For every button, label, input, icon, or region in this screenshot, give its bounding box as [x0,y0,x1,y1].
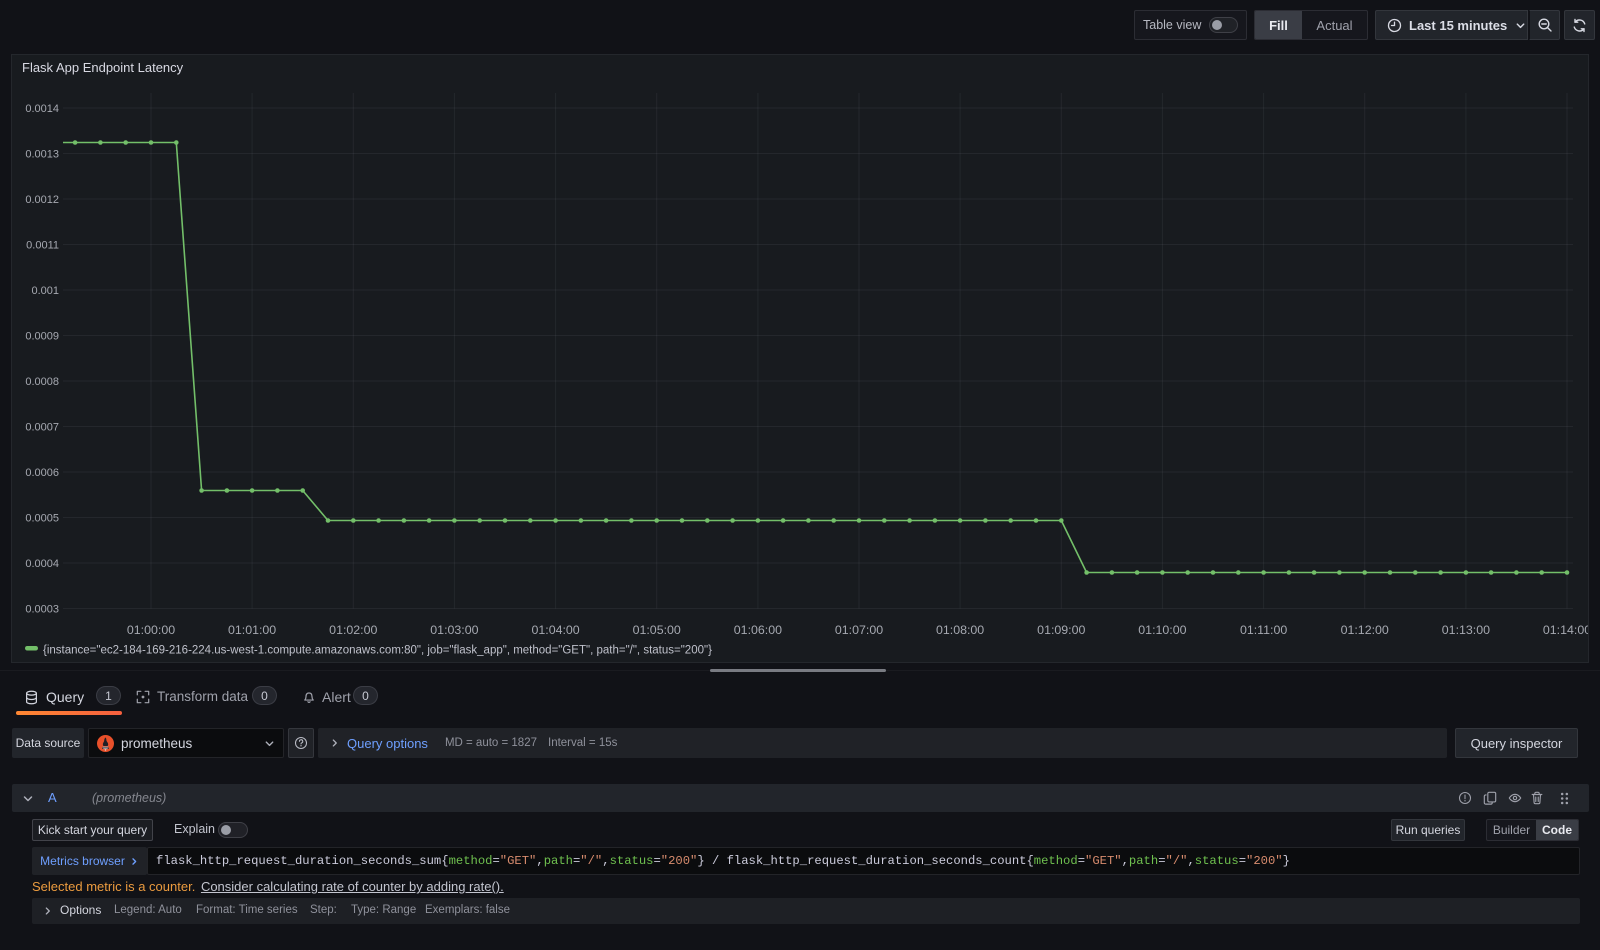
svg-text:0.0013: 0.0013 [25,149,59,161]
svg-text:0.0005: 0.0005 [25,513,59,525]
svg-text:01:03:00: 01:03:00 [430,623,478,637]
svg-text:0.001: 0.001 [31,285,59,297]
svg-text:0.0004: 0.0004 [25,558,59,570]
svg-text:01:11:00: 01:11:00 [1240,623,1287,637]
svg-text:01:13:00: 01:13:00 [1442,623,1490,637]
svg-text:0.0003: 0.0003 [25,604,59,616]
svg-text:0.0006: 0.0006 [25,467,59,479]
svg-text:01:12:00: 01:12:00 [1341,623,1389,637]
svg-text:0.0011: 0.0011 [26,240,59,252]
svg-text:0.0008: 0.0008 [25,376,59,388]
svg-text:01:01:00: 01:01:00 [228,623,276,637]
svg-text:01:05:00: 01:05:00 [633,623,681,637]
svg-text:01:10:00: 01:10:00 [1138,623,1186,637]
svg-text:0.0014: 0.0014 [25,103,59,115]
svg-text:01:02:00: 01:02:00 [329,623,377,637]
svg-text:01:08:00: 01:08:00 [936,623,984,637]
svg-text:01:00:00: 01:00:00 [127,623,175,637]
svg-text:01:07:00: 01:07:00 [835,623,883,637]
svg-text:{instance="ec2-184-169-216-224: {instance="ec2-184-169-216-224.us-west-1… [43,645,712,657]
svg-text:01:14:00: 01:14:00 [1543,623,1588,637]
svg-text:01:09:00: 01:09:00 [1037,623,1085,637]
svg-text:01:04:00: 01:04:00 [531,623,579,637]
svg-text:0.0009: 0.0009 [25,331,59,343]
svg-text:0.0012: 0.0012 [25,194,59,206]
svg-text:0.0007: 0.0007 [25,422,59,434]
svg-text:01:06:00: 01:06:00 [734,623,782,637]
